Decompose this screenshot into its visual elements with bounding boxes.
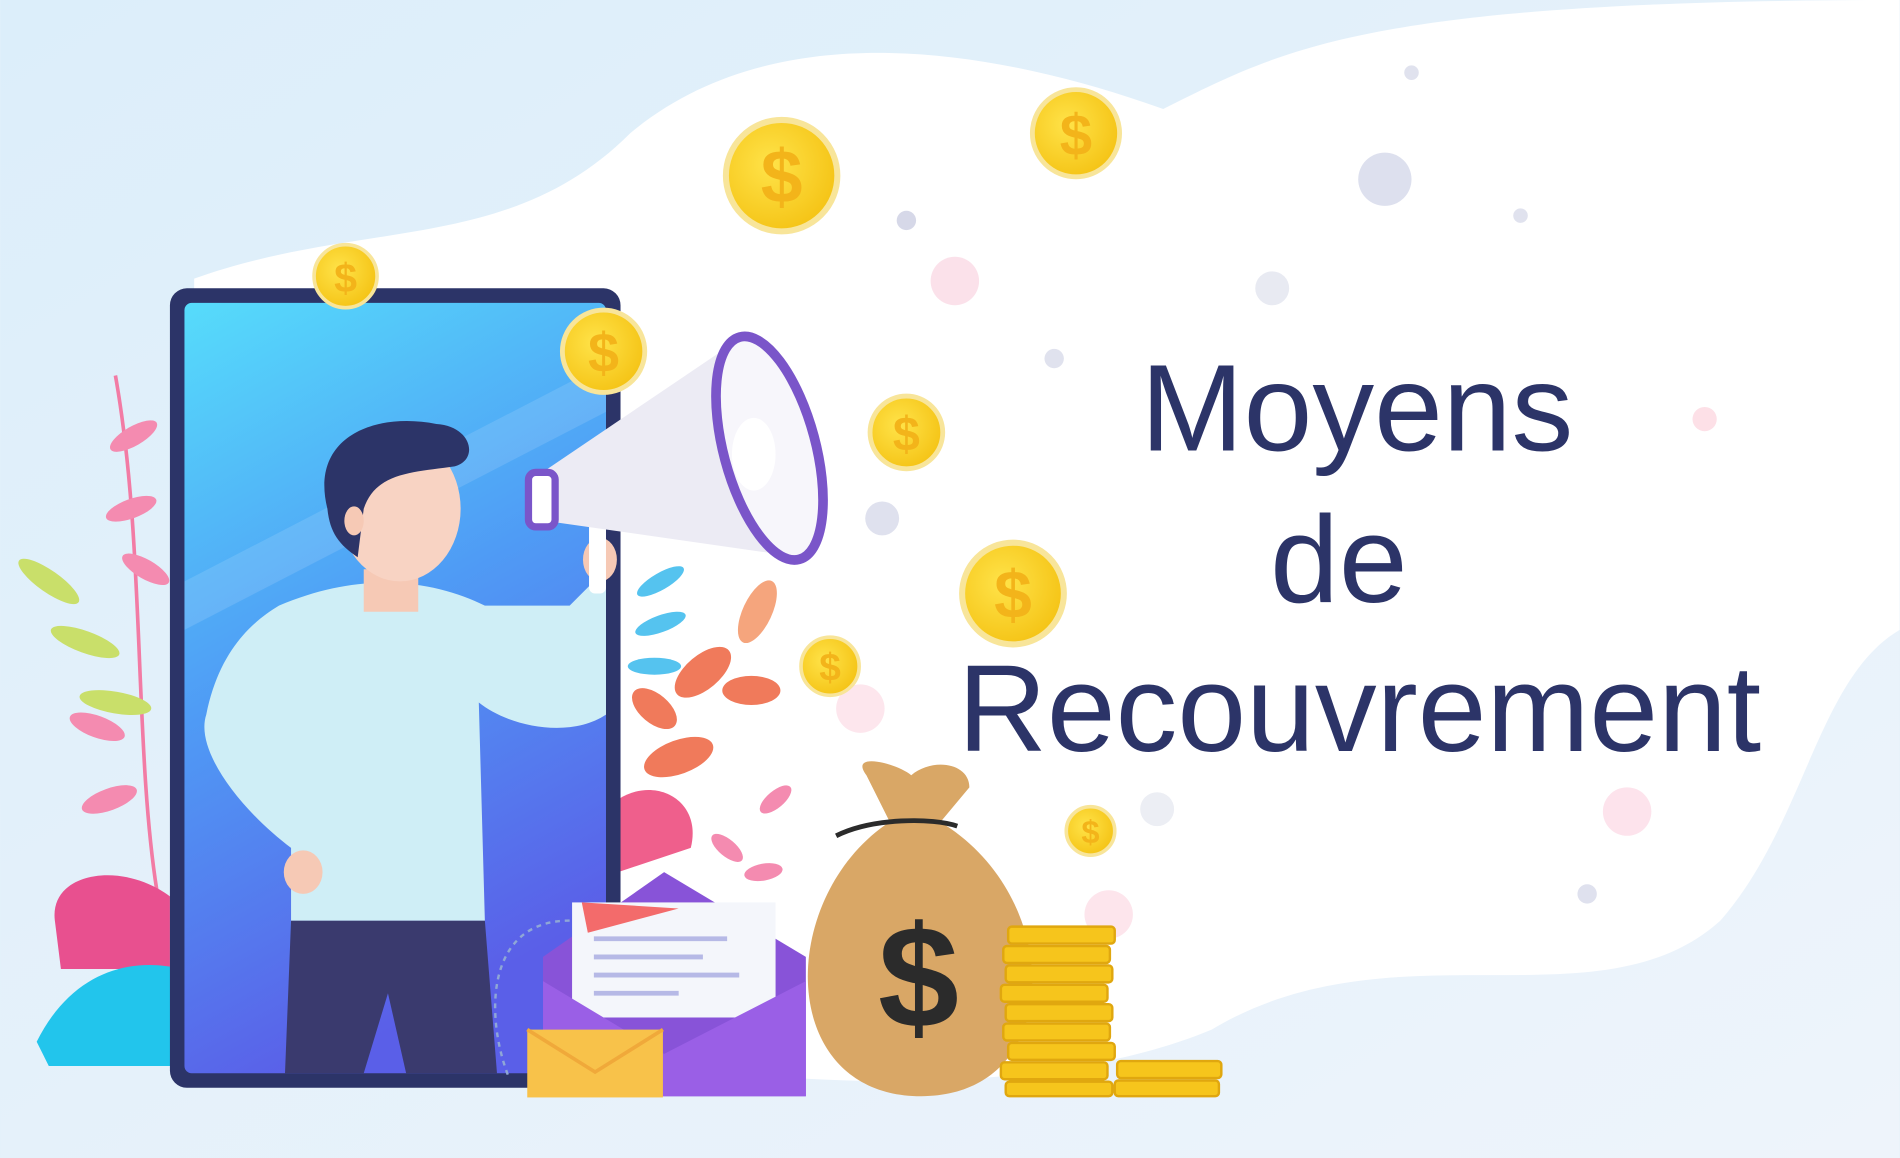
title-line-1: Moyens <box>1141 340 1574 478</box>
illustration: $ $ $ $ $ $ $ $ $ Moyens de Recouvrement <box>0 0 1900 1158</box>
svg-text:$: $ <box>994 558 1032 633</box>
svg-text:$: $ <box>893 408 920 462</box>
coin: $ <box>1064 804 1117 857</box>
svg-text:$: $ <box>819 647 841 690</box>
svg-text:$: $ <box>588 322 619 384</box>
svg-text:$: $ <box>1060 103 1092 168</box>
svg-text:$: $ <box>1081 813 1099 850</box>
svg-text:$: $ <box>761 134 803 218</box>
title-line-3: Recouvrement <box>958 640 1761 778</box>
coin: $ <box>959 539 1067 648</box>
coin: $ <box>312 242 379 310</box>
svg-text:$: $ <box>334 255 357 301</box>
coin: $ <box>722 116 841 235</box>
coin: $ <box>559 307 648 395</box>
coin: $ <box>1029 87 1123 180</box>
coin: $ <box>867 393 946 472</box>
coin: $ <box>799 635 861 698</box>
title-line-2: de <box>1270 491 1407 629</box>
bag-dollar-sign: $ <box>878 895 959 1058</box>
